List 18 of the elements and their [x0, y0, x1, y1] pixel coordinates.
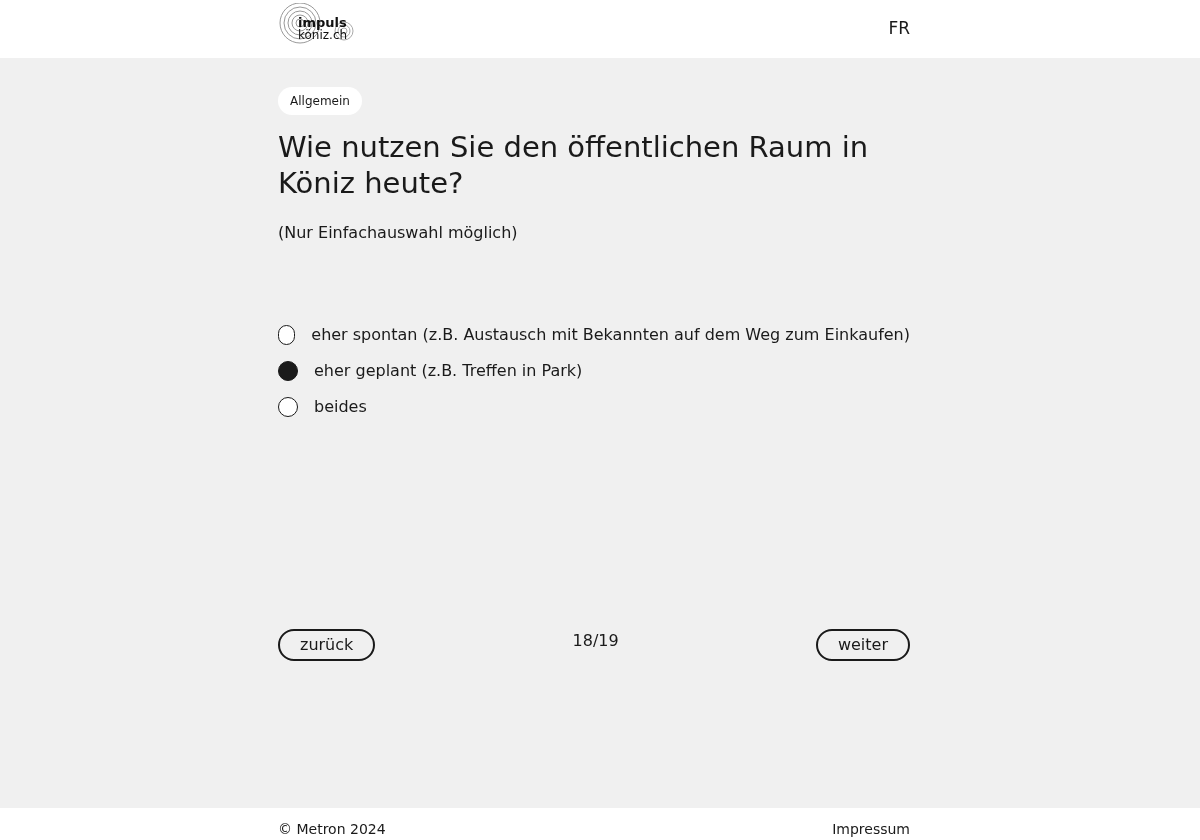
radio-button[interactable]: [278, 361, 298, 381]
logo[interactable]: impuls köniz.ch: [278, 3, 362, 55]
category-tag: Allgemein: [278, 87, 362, 115]
next-button[interactable]: weiter: [815, 629, 910, 661]
logo-domain: köniz.ch: [298, 29, 349, 42]
radio-option[interactable]: eher geplant (z.B. Treffen in Park): [278, 359, 910, 383]
radio-button[interactable]: [278, 325, 296, 345]
logo-text: impuls: [298, 16, 348, 29]
question-hint: (Nur Einfachauswahl möglich): [278, 222, 519, 244]
language-link[interactable]: FR: [888, 16, 910, 42]
back-button[interactable]: zurück: [278, 629, 376, 661]
progress-counter: 18/19: [572, 630, 619, 652]
imprint-link[interactable]: Impressum: [832, 819, 910, 840]
copyright-text: © Metron 2024: [278, 820, 386, 839]
radio-button[interactable]: [278, 397, 298, 417]
radio-option[interactable]: eher spontan (z.B. Austausch mit Bekannten auf dem Weg zum Einkaufen): [278, 323, 910, 347]
question-title: Wie nutzen Sie den öffentlichen Raum in Köniz heute?: [278, 129, 870, 201]
radio-option[interactable]: beides: [278, 395, 910, 419]
